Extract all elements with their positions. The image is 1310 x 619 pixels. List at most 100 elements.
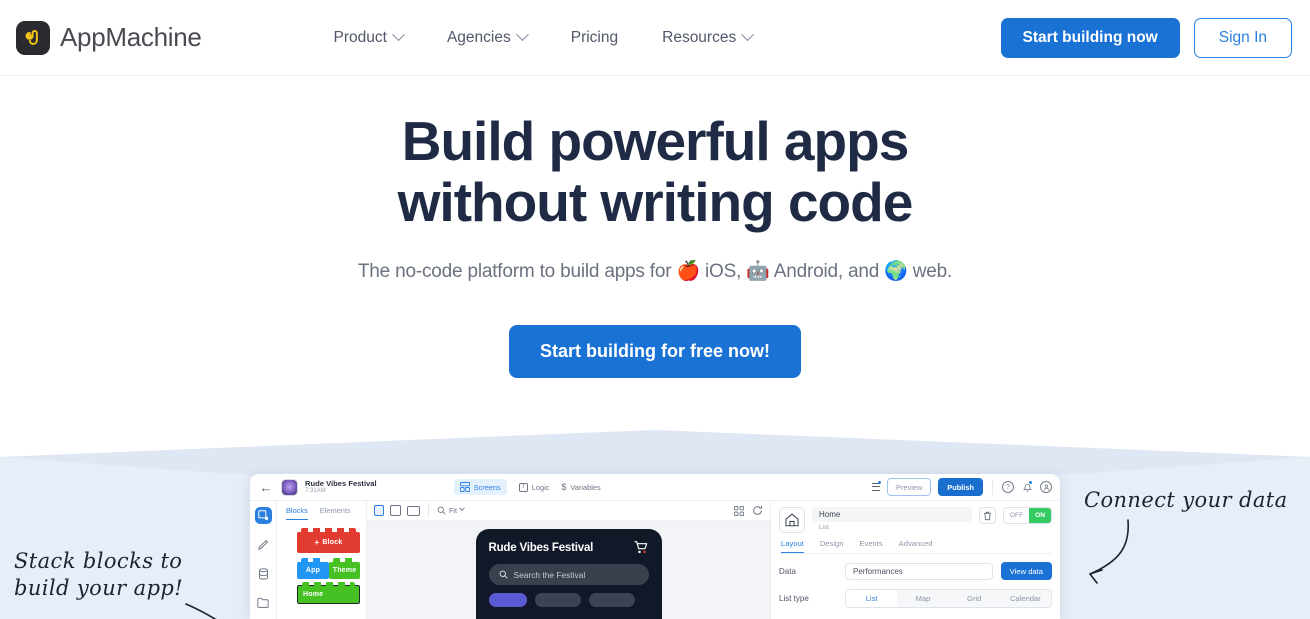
blocks-panel-tabs: Blocks Elements bbox=[277, 501, 366, 520]
chevron-down-icon bbox=[392, 28, 405, 42]
zoom-level-label: Fit bbox=[449, 506, 457, 515]
list-type-option-calendar[interactable]: Calendar bbox=[999, 590, 1051, 607]
rail-design-brush-icon[interactable] bbox=[255, 536, 272, 553]
publish-button[interactable]: Publish bbox=[938, 478, 983, 496]
builder-left-rail bbox=[250, 501, 277, 619]
toolbar-divider bbox=[992, 479, 993, 495]
screen-name-input[interactable]: Home bbox=[812, 507, 972, 522]
view-data-button[interactable]: View data bbox=[1000, 562, 1052, 580]
hero-title-line2: without writing code bbox=[397, 171, 914, 233]
tab-advanced[interactable]: Advanced bbox=[899, 539, 933, 553]
builder-topbar: ← Rude Vibes Festival 7:31AM Screens f L… bbox=[250, 474, 1060, 501]
bell-icon[interactable] bbox=[1021, 481, 1033, 493]
toggle-off-label: OFF bbox=[1003, 508, 1030, 523]
home-icon bbox=[779, 507, 805, 533]
add-block-button[interactable]: + Block bbox=[297, 532, 360, 553]
checklist-icon[interactable] bbox=[869, 480, 881, 492]
desktop-device-icon[interactable] bbox=[407, 505, 420, 516]
logic-icon: f bbox=[518, 482, 528, 492]
lego-theme-block[interactable]: Theme bbox=[329, 562, 360, 579]
hero-label-web: web. bbox=[907, 261, 953, 282]
hero-section: Build powerful apps without writing code… bbox=[0, 76, 1310, 378]
screen-name-field: Home List bbox=[812, 507, 972, 531]
tab-events[interactable]: Events bbox=[859, 539, 882, 553]
help-circle-icon[interactable]: ? bbox=[1002, 481, 1014, 493]
tab-logic-label: Logic bbox=[531, 482, 550, 492]
list-type-label: List type bbox=[779, 594, 809, 603]
tab-logic[interactable]: f Logic bbox=[518, 482, 550, 492]
rail-screens-select-icon[interactable] bbox=[254, 507, 272, 524]
phone-chip[interactable] bbox=[534, 593, 581, 607]
phone-chip[interactable] bbox=[488, 593, 527, 607]
shopping-cart-icon[interactable] bbox=[633, 540, 649, 555]
lego-row: App Theme bbox=[297, 562, 366, 579]
screens-icon bbox=[459, 482, 470, 492]
sign-in-button[interactable]: Sign In bbox=[1193, 17, 1292, 58]
site-header: AppMachine Product Agencies Pricing Reso… bbox=[0, 0, 1310, 76]
search-icon bbox=[499, 570, 508, 579]
rail-database-icon[interactable] bbox=[255, 565, 272, 582]
lego-app-block[interactable]: App bbox=[297, 562, 329, 579]
nav-item-product[interactable]: Product bbox=[333, 28, 405, 47]
nav-item-resources[interactable]: Resources bbox=[662, 28, 755, 47]
grid-icon[interactable] bbox=[734, 505, 744, 516]
data-source-input[interactable]: Performances bbox=[845, 562, 993, 580]
preview-button[interactable]: Preview bbox=[887, 478, 932, 496]
refresh-icon[interactable] bbox=[752, 505, 763, 516]
robot-emoji-icon: 🤖 bbox=[746, 261, 770, 282]
nav-label: Product bbox=[333, 28, 387, 46]
nav-item-agencies[interactable]: Agencies bbox=[447, 28, 529, 47]
nav-item-pricing[interactable]: Pricing bbox=[571, 29, 618, 47]
tablet-device-icon[interactable] bbox=[390, 505, 401, 516]
tab-elements[interactable]: Elements bbox=[320, 506, 351, 520]
chevron-down-icon bbox=[515, 28, 529, 42]
user-avatar-icon[interactable] bbox=[1040, 481, 1052, 493]
appmachine-logo-icon bbox=[16, 20, 50, 55]
phone-search-input[interactable]: Search the Festival bbox=[488, 564, 649, 585]
header-actions: Start building now Sign In bbox=[1000, 17, 1292, 58]
phone-device-icon[interactable] bbox=[374, 505, 384, 516]
inspector-divider bbox=[779, 553, 1052, 554]
rail-folder-icon[interactable] bbox=[255, 594, 272, 611]
landing-page: AppMachine Product Agencies Pricing Reso… bbox=[0, 0, 1310, 619]
dollar-icon: $ bbox=[561, 482, 567, 492]
list-type-option-grid[interactable]: Grid bbox=[948, 590, 1000, 607]
hero-label-ios: iOS, bbox=[699, 261, 747, 282]
screen-visibility-toggle[interactable]: OFF ON bbox=[1002, 507, 1052, 524]
list-type-row: List type List Map Grid Calendar bbox=[779, 589, 1052, 608]
phone-header: Rude Vibes Festival bbox=[489, 540, 649, 555]
phone-app-title: Rude Vibes Festival bbox=[488, 541, 594, 554]
tab-screens[interactable]: Screens bbox=[453, 479, 507, 495]
apple-emoji-icon: 🍎 bbox=[676, 261, 700, 282]
tab-layout[interactable]: Layout bbox=[781, 539, 804, 553]
tab-variables[interactable]: $ Variables bbox=[561, 482, 600, 492]
chevron-down-icon bbox=[459, 504, 465, 511]
blocks-panel: Blocks Elements + Block App Theme Home bbox=[277, 501, 367, 619]
trash-icon[interactable] bbox=[978, 507, 996, 524]
phone-chip[interactable] bbox=[588, 593, 635, 607]
brand-logo[interactable]: AppMachine bbox=[16, 20, 202, 55]
inspector-tabs: Layout Design Events Advanced bbox=[779, 539, 1052, 553]
start-building-for-free-button[interactable]: Start building for free now! bbox=[509, 325, 801, 378]
tab-design[interactable]: Design bbox=[820, 539, 844, 553]
list-type-segmented-control: List Map Grid Calendar bbox=[845, 589, 1052, 608]
zoom-control[interactable]: Fit bbox=[437, 504, 465, 515]
main-navigation: Product Agencies Pricing Resources bbox=[333, 28, 755, 47]
lego-home-block[interactable]: Home bbox=[297, 585, 360, 604]
list-type-option-map[interactable]: Map bbox=[897, 590, 949, 607]
list-type-option-list[interactable]: List bbox=[846, 590, 898, 607]
hero-subtitle-pre: The no-code platform to build apps for bbox=[357, 261, 677, 282]
phone-chips bbox=[488, 593, 649, 607]
tab-screens-label: Screens bbox=[473, 482, 501, 492]
data-label: Data bbox=[779, 566, 796, 576]
app-thumbnail-icon bbox=[281, 478, 298, 496]
nav-label: Resources bbox=[662, 28, 737, 46]
start-building-now-button[interactable]: Start building now bbox=[1000, 17, 1180, 58]
canvas-toolbar: Fit bbox=[367, 501, 770, 521]
tab-blocks[interactable]: Blocks bbox=[286, 506, 308, 520]
phone-search-placeholder: Search the Festival bbox=[513, 569, 586, 580]
zoom-icon bbox=[437, 506, 446, 515]
hero-title-line1: Build powerful apps bbox=[401, 110, 910, 172]
builder-topbar-actions: Preview Publish ? bbox=[869, 478, 1052, 496]
back-arrow-icon[interactable]: ← bbox=[258, 480, 274, 495]
